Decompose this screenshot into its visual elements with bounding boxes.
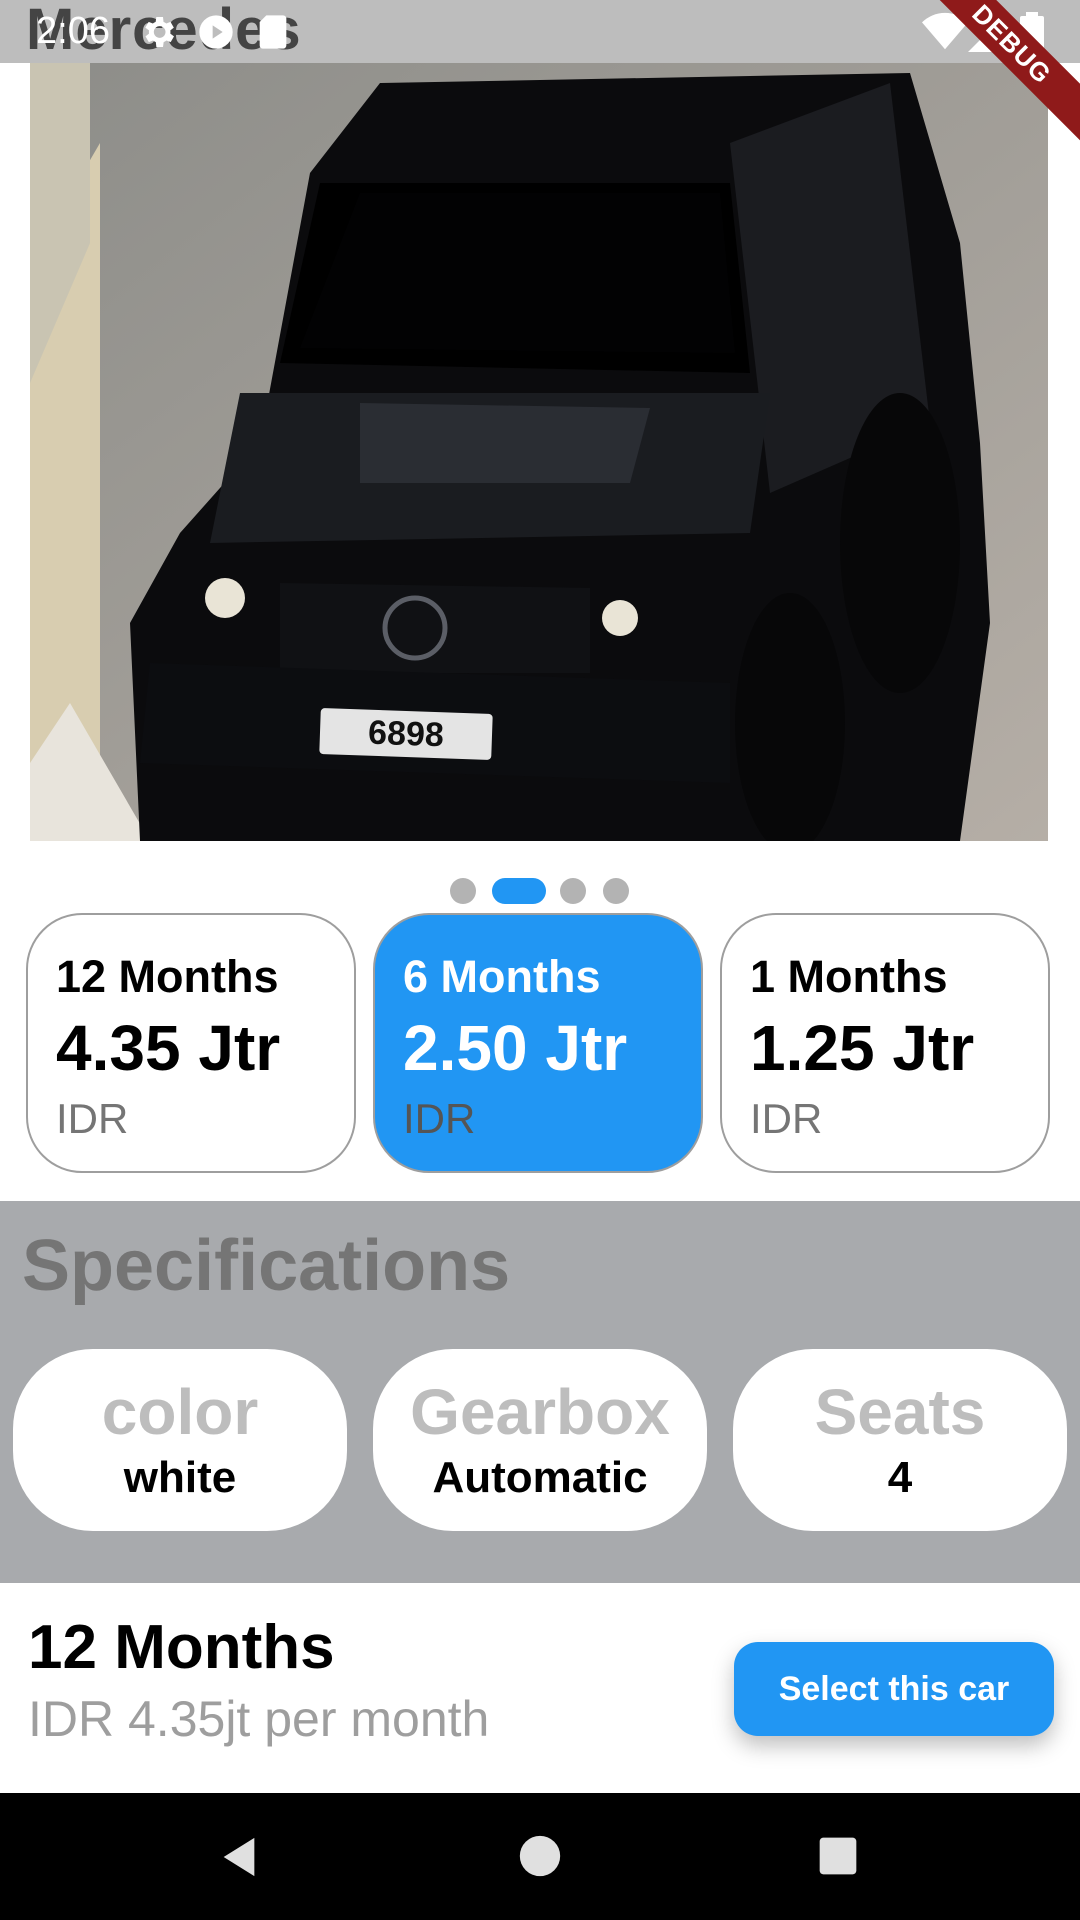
plate-text: 6898 — [368, 714, 445, 755]
specifications-title: Specifications — [22, 1226, 511, 1306]
summary-title: 12 Months — [28, 1613, 335, 1682]
spec-card-color: color white — [13, 1349, 347, 1531]
plan-duration: 6 Months — [403, 951, 601, 1002]
plan-currency: IDR — [750, 1095, 823, 1142]
carousel-dot-2-active[interactable] — [492, 878, 546, 904]
plan-card-1-months[interactable]: 1 Months 1.25 Jtr IDR — [720, 913, 1050, 1173]
home-icon[interactable] — [518, 1834, 562, 1878]
plan-duration: 12 Months — [56, 951, 279, 1002]
plan-duration: 1 Months — [750, 951, 948, 1002]
back-icon[interactable] — [216, 1834, 262, 1880]
spec-label: Gearbox — [410, 1376, 670, 1448]
spec-label: color — [101, 1376, 259, 1448]
summary-subtitle: IDR 4.35jt per month — [28, 1691, 490, 1747]
plan-card-6-months[interactable]: 6 Months 2.50 Jtr IDR — [373, 913, 703, 1173]
sd-card-icon — [259, 15, 287, 49]
recents-icon[interactable] — [816, 1834, 860, 1878]
spec-value: Automatic — [432, 1453, 648, 1502]
car-image[interactable]: 6898 — [30, 63, 1048, 841]
status-time: 2:06 — [36, 10, 110, 52]
spec-label: Seats — [814, 1376, 986, 1448]
spec-card-gearbox: Gearbox Automatic — [373, 1349, 707, 1531]
car-photo-icon: 6898 — [30, 63, 1048, 841]
plan-price: 4.35 Jtr — [56, 1012, 281, 1084]
plan-card-12-months[interactable]: 12 Months 4.35 Jtr IDR — [26, 913, 356, 1173]
plan-currency: IDR — [56, 1095, 129, 1142]
plan-currency: IDR — [403, 1095, 476, 1142]
settings-gear-icon — [145, 17, 174, 47]
carousel-dot-4[interactable] — [603, 878, 629, 904]
plan-price: 1.25 Jtr — [750, 1012, 975, 1084]
spec-value: white — [123, 1453, 237, 1502]
carousel-dot-3[interactable] — [560, 878, 586, 904]
select-car-button[interactable]: Select this car — [734, 1642, 1054, 1736]
carousel-dot-1[interactable] — [450, 878, 476, 904]
spec-value: 4 — [887, 1453, 913, 1502]
play-store-icon — [199, 15, 233, 49]
plan-price: 2.50 Jtr — [403, 1012, 628, 1084]
spec-card-seats: Seats 4 — [733, 1349, 1067, 1531]
